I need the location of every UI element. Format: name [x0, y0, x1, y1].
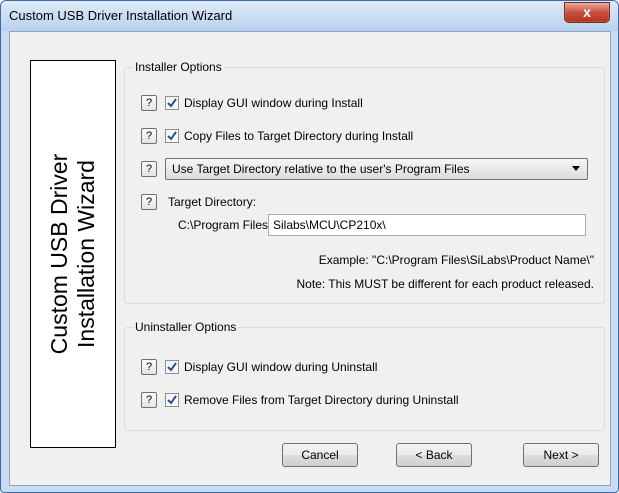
help-target-directory[interactable]: ? — [141, 194, 157, 210]
dropdown-arrow-icon — [572, 166, 580, 171]
display-gui-uninstall-label[interactable]: Display GUI window during Uninstall — [184, 360, 377, 374]
wizard-banner: Custom USB Driver Installation Wizard — [30, 60, 116, 448]
next-button[interactable]: Next > — [523, 443, 599, 467]
close-button[interactable]: x — [564, 2, 610, 23]
display-gui-install-checkbox[interactable] — [165, 96, 179, 110]
installer-options-group: Installer Options ? Display GUI window d… — [124, 60, 605, 304]
help-remove-files[interactable]: ? — [141, 392, 157, 408]
copy-files-label[interactable]: Copy Files to Target Directory during In… — [184, 129, 413, 143]
window-title: Custom USB Driver Installation Wizard — [9, 8, 233, 23]
installer-options-legend: Installer Options — [133, 60, 224, 74]
back-button[interactable]: < Back — [396, 443, 472, 467]
display-gui-install-label[interactable]: Display GUI window during Install — [184, 96, 363, 110]
target-directory-prefix: C:\Program Files\ — [178, 218, 272, 232]
display-gui-uninstall-checkbox[interactable] — [165, 360, 179, 374]
checkmark-icon — [167, 395, 177, 405]
wizard-banner-text: Custom USB Driver Installation Wizard — [46, 154, 100, 355]
copy-files-checkbox[interactable] — [165, 129, 179, 143]
cancel-button[interactable]: Cancel — [282, 443, 358, 467]
help-copy-files[interactable]: ? — [141, 128, 157, 144]
target-directory-field[interactable] — [268, 214, 586, 236]
example-text: Example: "C:\Program Files\SiLabs\Produc… — [318, 253, 594, 267]
banner-line-2: Installation Wizard — [73, 160, 99, 348]
uninstaller-options-group: Uninstaller Options ? Display GUI window… — [124, 320, 605, 431]
target-directory-input[interactable] — [269, 215, 585, 235]
help-display-gui-uninstall[interactable]: ? — [141, 359, 157, 375]
title-bar[interactable]: Custom USB Driver Installation Wizard x — [1, 1, 618, 31]
note-text: Note: This MUST be different for each pr… — [296, 277, 595, 291]
checkmark-icon — [167, 98, 177, 108]
close-icon: x — [583, 4, 591, 20]
checkmark-icon — [167, 131, 177, 141]
banner-line-1: Custom USB Driver — [46, 153, 72, 355]
remove-files-checkbox[interactable] — [165, 393, 179, 407]
directory-mode-value: Use Target Directory relative to the use… — [172, 162, 470, 176]
wizard-window: Custom USB Driver Installation Wizard x … — [0, 0, 619, 493]
dialog-body: Custom USB Driver Installation Wizard In… — [9, 31, 611, 486]
help-directory-mode[interactable]: ? — [141, 161, 157, 177]
target-directory-label: Target Directory: — [168, 195, 257, 209]
help-display-gui-install[interactable]: ? — [141, 95, 157, 111]
checkmark-icon — [167, 362, 177, 372]
remove-files-label[interactable]: Remove Files from Target Directory durin… — [184, 393, 459, 407]
directory-mode-select[interactable]: Use Target Directory relative to the use… — [165, 158, 588, 180]
uninstaller-options-legend: Uninstaller Options — [133, 320, 239, 334]
